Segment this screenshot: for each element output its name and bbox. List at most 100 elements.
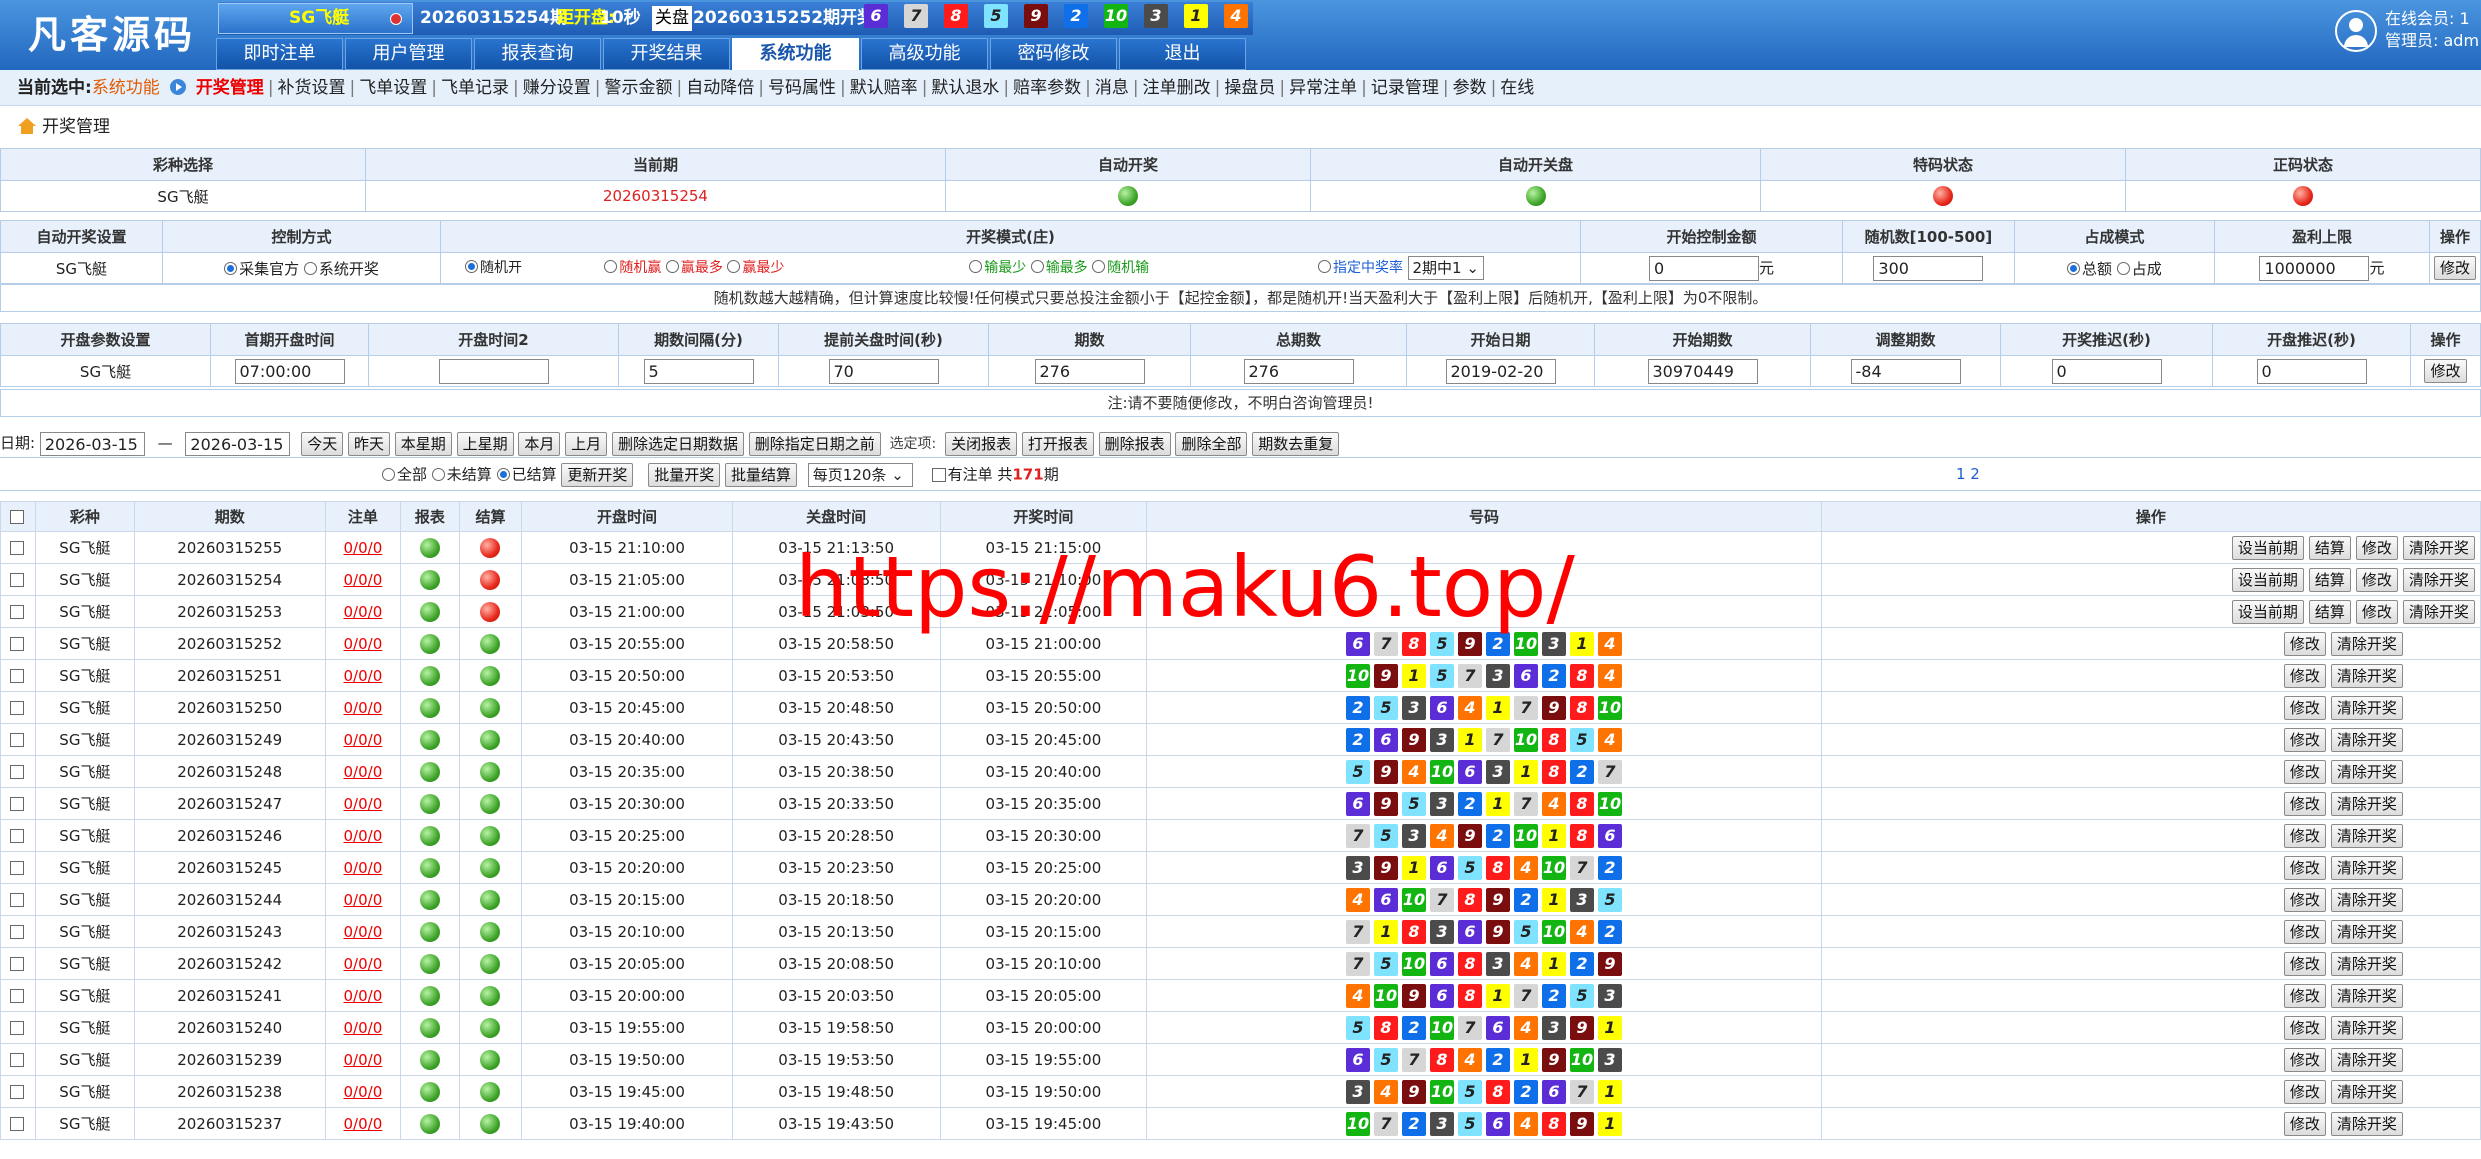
issues-input[interactable]: 276 bbox=[1034, 358, 1145, 384]
edit-button[interactable]: 修改 bbox=[2283, 1047, 2326, 1072]
row-checkbox[interactable] bbox=[9, 956, 24, 971]
auto-edit-button[interactable]: 修改 bbox=[2433, 256, 2476, 280]
edit-button[interactable]: 修改 bbox=[2283, 983, 2326, 1008]
home-icon[interactable] bbox=[18, 118, 36, 134]
clear-draw-button[interactable]: 清除开奖 bbox=[2330, 951, 2403, 976]
row-checkbox[interactable] bbox=[9, 1084, 24, 1099]
total-issues-input[interactable]: 276 bbox=[1243, 358, 1354, 384]
normal-status-off-icon[interactable] bbox=[2293, 186, 2313, 206]
pagination[interactable]: 1 2 bbox=[1956, 465, 1980, 483]
subnav-item[interactable]: 注单删改 bbox=[1143, 78, 1211, 98]
special-status-off-icon[interactable] bbox=[1933, 186, 1953, 206]
report-open-icon[interactable] bbox=[419, 697, 440, 718]
edit-button[interactable]: 修改 bbox=[2283, 887, 2326, 912]
row-checkbox[interactable] bbox=[9, 572, 24, 587]
row-bets-link[interactable]: 0/0/0 bbox=[344, 731, 383, 749]
edit-button[interactable]: 修改 bbox=[2283, 727, 2326, 752]
report-open-icon[interactable] bbox=[419, 569, 440, 590]
settled-icon[interactable] bbox=[480, 953, 501, 974]
mode-lose-least-radio[interactable] bbox=[969, 260, 983, 273]
edit-button[interactable]: 修改 bbox=[2283, 1015, 2326, 1040]
report-open-icon[interactable] bbox=[419, 889, 440, 910]
settle-button[interactable]: 结算 bbox=[2308, 535, 2351, 560]
delete-report-button[interactable]: 删除报表 bbox=[1098, 431, 1171, 456]
row-checkbox[interactable] bbox=[9, 732, 24, 747]
row-bets-link[interactable]: 0/0/0 bbox=[344, 635, 383, 653]
mode-random-win-radio[interactable] bbox=[604, 260, 618, 273]
clear-draw-button[interactable]: 清除开奖 bbox=[2330, 983, 2403, 1008]
subnav-item[interactable]: 记录管理 bbox=[1371, 78, 1439, 98]
row-checkbox[interactable] bbox=[9, 860, 24, 875]
settled-icon[interactable] bbox=[480, 633, 501, 654]
update-draw-button[interactable]: 更新开奖 bbox=[561, 463, 634, 487]
settle-button[interactable]: 结算 bbox=[2308, 599, 2351, 624]
interval-input[interactable]: 5 bbox=[643, 358, 754, 384]
report-open-icon[interactable] bbox=[419, 761, 440, 782]
report-open-icon[interactable] bbox=[419, 953, 440, 974]
close-report-button[interactable]: 关闭报表 bbox=[945, 431, 1018, 456]
first-open-time-input[interactable]: 07:00:00 bbox=[234, 358, 345, 384]
tab-password[interactable]: 密码修改 bbox=[990, 38, 1117, 70]
row-checkbox[interactable] bbox=[9, 1116, 24, 1131]
clear-draw-button[interactable]: 清除开奖 bbox=[2330, 1079, 2403, 1104]
clear-draw-button[interactable]: 清除开奖 bbox=[2402, 567, 2475, 592]
edit-button[interactable]: 修改 bbox=[2355, 535, 2398, 560]
row-bets-link[interactable]: 0/0/0 bbox=[344, 859, 383, 877]
this-month-button[interactable]: 本月 bbox=[518, 431, 561, 456]
unsettled-icon[interactable] bbox=[480, 601, 501, 622]
settled-icon[interactable] bbox=[480, 921, 501, 942]
settle-button[interactable]: 结算 bbox=[2308, 567, 2351, 592]
clear-draw-button[interactable]: 清除开奖 bbox=[2330, 631, 2403, 656]
delete-before-date-button[interactable]: 删除指定日期之前 bbox=[748, 431, 881, 456]
open-delay-input[interactable]: 0 bbox=[2256, 358, 2367, 384]
batch-draw-button[interactable]: 批量开奖 bbox=[648, 463, 721, 487]
edit-button[interactable]: 修改 bbox=[2283, 695, 2326, 720]
row-checkbox[interactable] bbox=[9, 540, 24, 555]
early-close-input[interactable]: 70 bbox=[828, 358, 939, 384]
subnav-item[interactable]: 异常注单 bbox=[1289, 78, 1357, 98]
report-open-icon[interactable] bbox=[419, 857, 440, 878]
last-month-button[interactable]: 上月 bbox=[565, 431, 608, 456]
row-checkbox[interactable] bbox=[9, 668, 24, 683]
start-date-input[interactable]: 2019-02-20 bbox=[1445, 358, 1556, 384]
profit-limit-input[interactable]: 1000000 bbox=[2259, 255, 2370, 281]
open-report-button[interactable]: 打开报表 bbox=[1021, 431, 1094, 456]
auto-draw-on-icon[interactable] bbox=[1118, 186, 1138, 206]
row-checkbox[interactable] bbox=[9, 764, 24, 779]
row-checkbox[interactable] bbox=[9, 828, 24, 843]
edit-button[interactable]: 修改 bbox=[2283, 951, 2326, 976]
settled-icon[interactable] bbox=[480, 761, 501, 782]
edit-button[interactable]: 修改 bbox=[2283, 919, 2326, 944]
row-bets-link[interactable]: 0/0/0 bbox=[344, 955, 383, 973]
row-bets-link[interactable]: 0/0/0 bbox=[344, 571, 383, 589]
edit-button[interactable]: 修改 bbox=[2355, 567, 2398, 592]
avatar-icon[interactable] bbox=[2335, 10, 2377, 52]
subnav-item[interactable]: 飞单记录 bbox=[441, 78, 509, 98]
row-bets-link[interactable]: 0/0/0 bbox=[344, 891, 383, 909]
edit-button[interactable]: 修改 bbox=[2283, 823, 2326, 848]
subnav-item[interactable]: 号码属性 bbox=[768, 78, 836, 98]
select-all-checkbox[interactable] bbox=[9, 509, 24, 524]
row-checkbox[interactable] bbox=[9, 892, 24, 907]
clear-draw-button[interactable]: 清除开奖 bbox=[2330, 695, 2403, 720]
row-bets-link[interactable]: 0/0/0 bbox=[344, 539, 383, 557]
delete-all-button[interactable]: 删除全部 bbox=[1175, 431, 1248, 456]
settled-icon[interactable] bbox=[480, 665, 501, 686]
report-open-icon[interactable] bbox=[419, 633, 440, 654]
filter-settled-radio[interactable] bbox=[496, 467, 510, 481]
edit-button[interactable]: 修改 bbox=[2283, 791, 2326, 816]
unsettled-icon[interactable] bbox=[480, 569, 501, 590]
settled-icon[interactable] bbox=[480, 1113, 501, 1134]
tab-system-functions[interactable]: 系统功能 bbox=[732, 38, 859, 70]
subnav-item[interactable]: 消息 bbox=[1095, 78, 1129, 98]
clear-draw-button[interactable]: 清除开奖 bbox=[2330, 919, 2403, 944]
page-size-select[interactable]: 每页120条 bbox=[807, 463, 913, 487]
tab-advanced[interactable]: 高级功能 bbox=[861, 38, 988, 70]
subnav-item[interactable]: 默认赔率 bbox=[850, 78, 918, 98]
settled-icon[interactable] bbox=[480, 825, 501, 846]
date-to-input[interactable]: 2026-03-15 bbox=[185, 431, 291, 456]
clear-draw-button[interactable]: 清除开奖 bbox=[2330, 1015, 2403, 1040]
mode-win-most-radio[interactable] bbox=[665, 260, 679, 273]
today-button[interactable]: 今天 bbox=[301, 431, 344, 456]
report-open-icon[interactable] bbox=[419, 921, 440, 942]
